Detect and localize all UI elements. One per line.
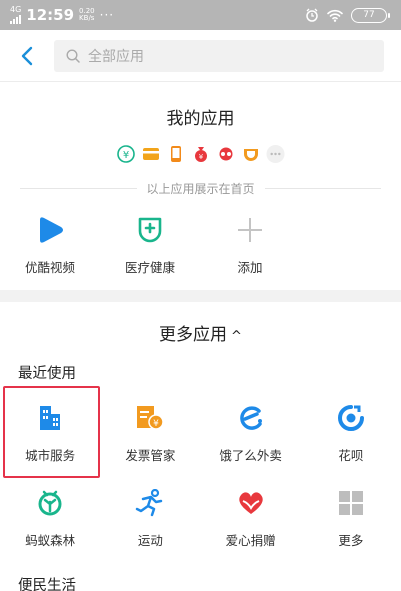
app-label: 发票管家	[125, 448, 176, 463]
svg-text:¥: ¥	[154, 419, 160, 429]
search-icon	[66, 48, 80, 63]
clock: 12:59	[26, 6, 75, 24]
app-label: 蚂蚁森林	[25, 533, 76, 548]
home-note: 以上应用展示在首页	[20, 180, 382, 197]
money-bag-icon: ¥	[191, 144, 210, 163]
chevron-left-icon	[21, 46, 33, 65]
invoice-icon: ¥	[132, 400, 168, 436]
svg-text:¥: ¥	[122, 150, 128, 161]
app-medical-health[interactable]: 医疗健康	[100, 212, 200, 284]
battery-icon: 77	[351, 7, 390, 23]
card-icon	[141, 144, 160, 163]
more-dots-icon	[266, 144, 285, 163]
eleme-icon	[233, 400, 269, 436]
app-label: 优酷视频	[24, 260, 75, 275]
medical-shield-icon	[132, 212, 168, 248]
plus-icon	[232, 212, 268, 248]
my-apps-title: 我的应用	[166, 109, 235, 129]
header: 全部应用	[0, 30, 401, 82]
app-youku[interactable]: 优酷视频	[0, 212, 100, 284]
huabei-icon	[333, 400, 369, 436]
glasses-icon	[216, 144, 235, 163]
alarm-icon	[306, 8, 318, 22]
add-app-button[interactable]: 添加	[200, 212, 300, 284]
yuebao-icon: ¥	[116, 144, 135, 163]
selection-highlight	[3, 386, 100, 478]
signal-icon: 4G	[10, 6, 21, 24]
notification-dots: ···	[99, 8, 115, 22]
more-apps-section: 更多应用^ 最近使用 城市服务 ¥ 发票管家 饿了么外卖 花呗 蚂蚁森林 运动	[0, 302, 401, 591]
phone-icon	[166, 144, 185, 163]
app-label: 花呗	[338, 448, 364, 463]
search-placeholder: 全部应用	[88, 48, 144, 65]
home-app-icons: ¥ ¥	[0, 144, 401, 163]
app-label: 饿了么外卖	[219, 448, 282, 463]
my-apps-list: 优酷视频 医疗健康 添加	[0, 212, 401, 284]
heart-donate-icon	[233, 485, 269, 521]
app-label: 医疗健康	[124, 260, 175, 275]
app-eleme[interactable]: 饿了么外卖	[201, 400, 301, 472]
chevron-up-icon: ^	[231, 329, 242, 344]
back-button[interactable]	[0, 30, 54, 82]
cup-icon	[241, 144, 260, 163]
ant-forest-icon	[32, 485, 68, 521]
more-apps-toggle[interactable]: 更多应用 ^	[0, 320, 401, 345]
wifi-icon	[327, 9, 343, 22]
app-ant-forest[interactable]: 蚂蚁森林	[0, 485, 100, 557]
home-note-text: 以上应用展示在首页	[146, 182, 255, 196]
network-type: 4G	[10, 5, 22, 14]
network-speed: 0.20 KB/s	[79, 7, 95, 22]
life-section-title: 便民生活	[18, 578, 76, 591]
recent-apps-row-2: 蚂蚁森林 运动 爱心捐赠 更多	[0, 485, 401, 557]
app-more[interactable]: 更多	[301, 485, 401, 557]
app-label: 添加	[237, 260, 263, 275]
app-label: 更多	[338, 533, 364, 548]
app-label: 爱心捐赠	[225, 533, 276, 548]
recent-section-title: 最近使用	[18, 366, 76, 382]
app-sport[interactable]: 运动	[100, 485, 200, 557]
app-charity[interactable]: 爱心捐赠	[201, 485, 301, 557]
search-input[interactable]: 全部应用	[54, 39, 384, 72]
app-huabei[interactable]: 花呗	[301, 400, 401, 472]
app-label: 运动	[137, 533, 163, 548]
more-apps-title: 更多应用	[159, 325, 228, 345]
runner-icon	[132, 485, 168, 521]
youku-icon	[32, 212, 68, 248]
status-bar: 4G 12:59 0.20 KB/s ··· 77	[0, 0, 401, 30]
my-apps-section: 我的应用 ¥ ¥ 以上应用展示在首页 优酷视频 医疗健康 添加	[0, 82, 401, 290]
svg-text:¥: ¥	[198, 153, 203, 161]
app-invoice-manager[interactable]: ¥ 发票管家	[100, 400, 200, 472]
grid-more-icon	[333, 485, 369, 521]
